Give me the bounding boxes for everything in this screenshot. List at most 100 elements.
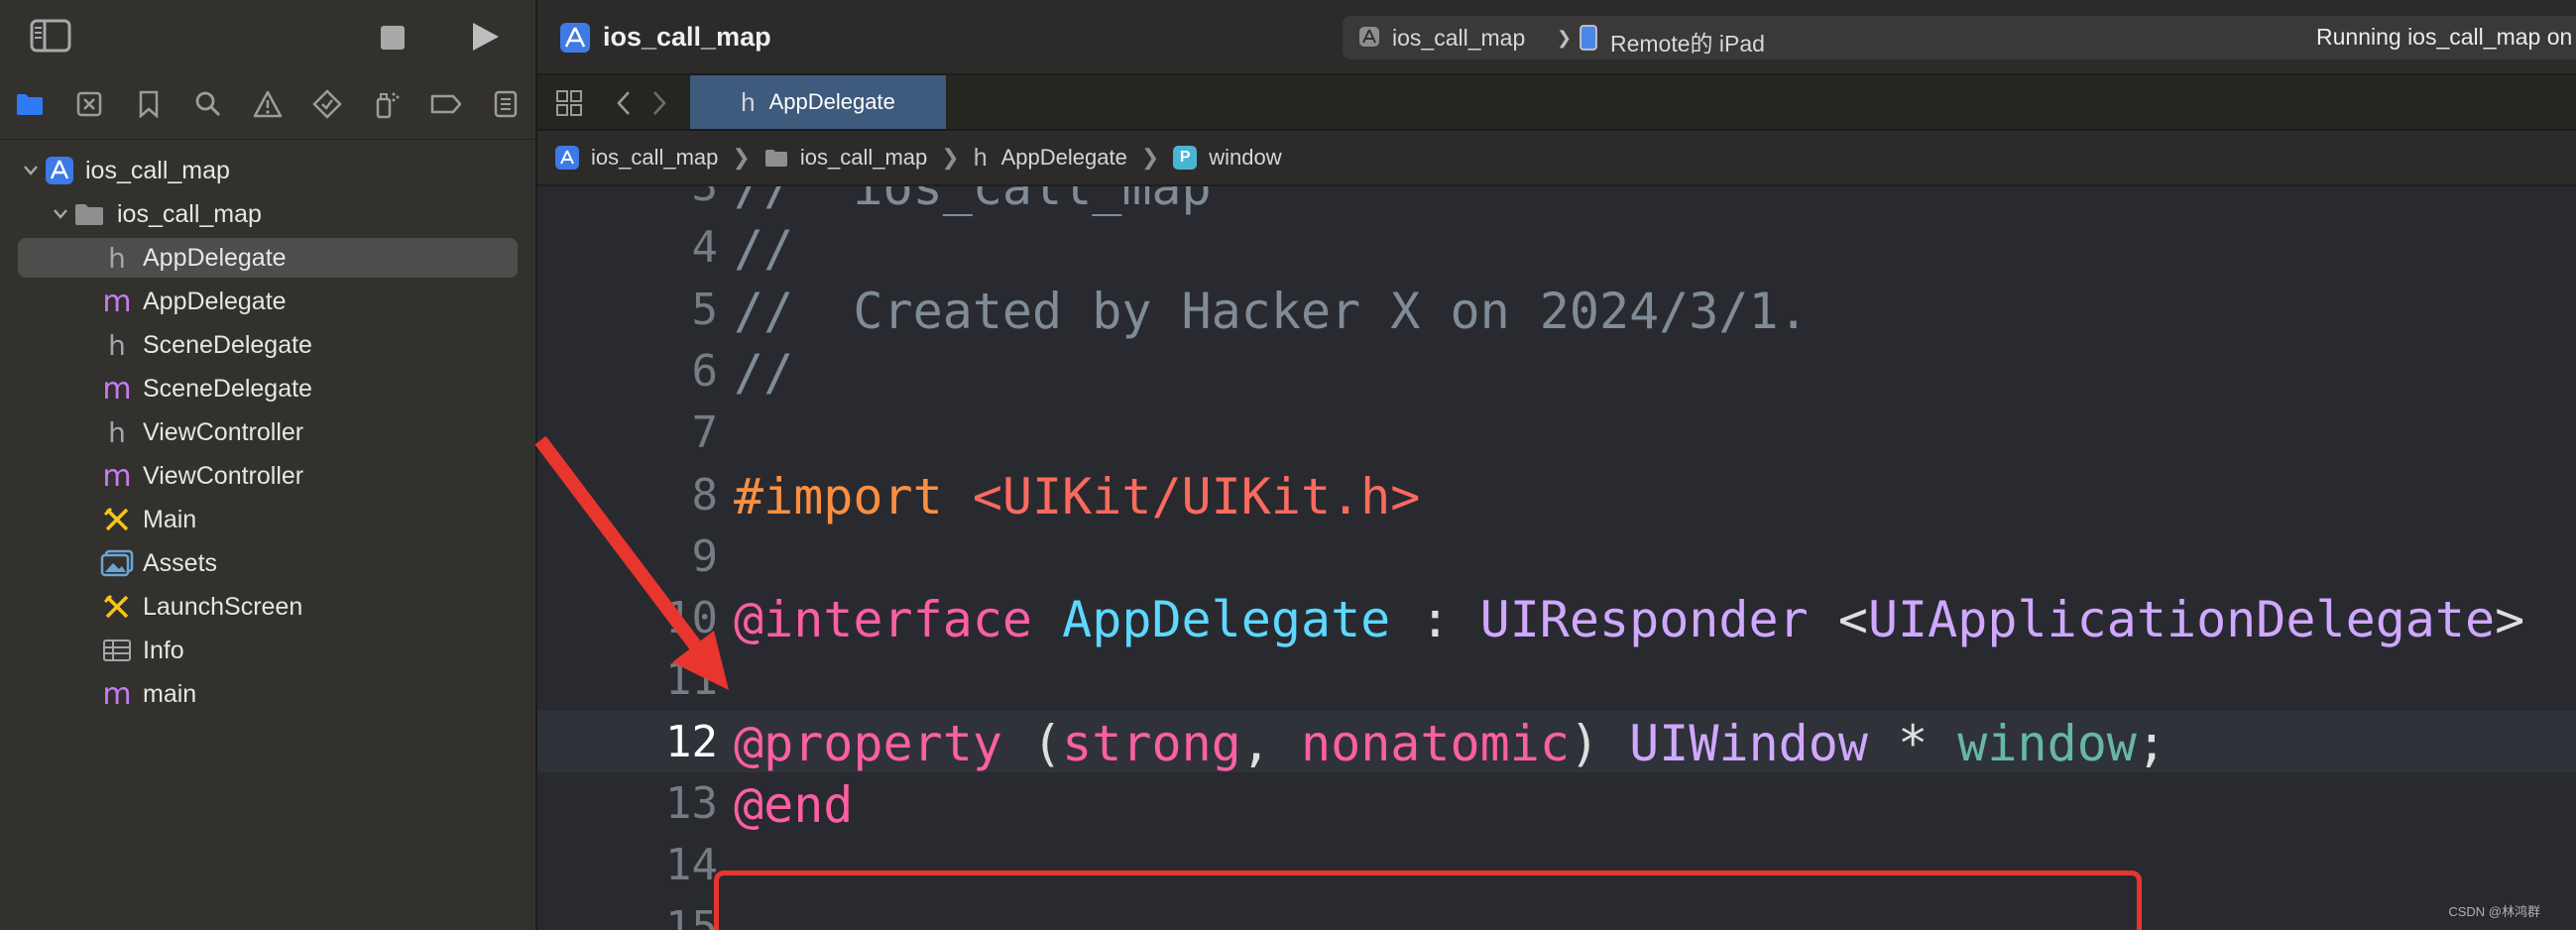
code-line[interactable]: 5 // Created by Hacker X on 2024/3/1. xyxy=(537,279,2576,340)
crumb-file[interactable]: h AppDelegate xyxy=(974,144,1127,173)
bookmark-tab[interactable] xyxy=(119,77,178,131)
file-tree-item[interactable]: m SceneDelegate xyxy=(99,369,312,408)
app-title: ios_call_map xyxy=(603,22,771,52)
file-tree-label: ios_call_map xyxy=(117,199,262,228)
activity-status: Running ios_call_map on xyxy=(2316,24,2573,50)
code-token: ) xyxy=(1569,714,1630,772)
breakpoint-icon xyxy=(430,94,462,114)
plist-icon xyxy=(99,635,135,666)
file-tree-label: Info xyxy=(143,636,184,664)
implementation-file-icon: m xyxy=(102,371,132,407)
crumb-separator: ❯ xyxy=(1140,145,1160,170)
code-line[interactable]: 10 @interface AppDelegate : UIResponder <… xyxy=(537,587,2576,648)
code-token: // ios_call_map xyxy=(734,186,1212,216)
file-tree-item[interactable]: Info xyxy=(99,631,184,670)
property-icon: P xyxy=(1173,146,1198,170)
code-line[interactable]: 4 // xyxy=(537,216,2576,278)
assets-icon xyxy=(99,547,135,579)
code-line[interactable]: 9 xyxy=(537,525,2576,587)
run-button-icon[interactable] xyxy=(468,20,502,58)
file-tree-label: main xyxy=(143,679,197,708)
scheme-separator: ❯ xyxy=(1557,28,1573,48)
code-token: * xyxy=(1867,714,1958,772)
sidebar-toggle-icon[interactable] xyxy=(30,18,71,58)
code-line[interactable]: 11 xyxy=(537,648,2576,710)
code-line[interactable]: 12 @property (strong, nonatomic) UIWindow… xyxy=(537,710,2576,772)
code-line[interactable]: 13 @end xyxy=(537,772,2576,834)
code-token: strong xyxy=(1062,714,1241,772)
crumb-folder[interactable]: ios_call_map xyxy=(764,145,927,171)
code-line[interactable]: 8 #import <UIKit/UIKit.h> xyxy=(537,464,2576,525)
line-number: 9 xyxy=(691,530,719,582)
code-token: @interface xyxy=(734,591,1063,649)
grid-icon[interactable] xyxy=(555,89,583,122)
file-tree-item[interactable]: h ViewController xyxy=(99,412,303,452)
source-control-icon xyxy=(76,91,102,117)
forward-chevron-icon[interactable] xyxy=(650,89,668,122)
disclosure-chevron-icon[interactable] xyxy=(50,208,71,220)
stop-button-icon[interactable] xyxy=(379,24,407,57)
debug-tab[interactable] xyxy=(357,77,416,131)
file-tree-item[interactable]: Main xyxy=(99,500,196,539)
code-editor[interactable]: 15 14 13 @end 12 @property (strong, nonatomic… xyxy=(537,186,2576,930)
editor-tabbar: h AppDelegate xyxy=(537,75,2576,131)
implementation-file-icon: m xyxy=(102,676,132,712)
code-token: < xyxy=(1808,591,1868,649)
file-tree-item[interactable]: Assets xyxy=(99,543,217,583)
window-titlebar: ios_call_map ios_call_map ❯ Remote的 iPad… xyxy=(537,0,2576,75)
line-number: 13 xyxy=(665,778,718,829)
code-line[interactable]: 7 xyxy=(537,402,2576,463)
file-tree-label: SceneDelegate xyxy=(143,374,312,403)
crumb-symbol[interactable]: P window xyxy=(1173,145,1282,171)
main-area: ios_call_map ios_call_map ❯ Remote的 iPad… xyxy=(537,0,2576,930)
file-tree-label: ViewController xyxy=(143,417,304,446)
crumb-label: window xyxy=(1209,145,1282,170)
crumb-label: ios_call_map xyxy=(799,145,928,170)
header-file-icon: h xyxy=(973,143,988,172)
header-file-icon: h xyxy=(108,241,126,275)
report-tab[interactable] xyxy=(476,77,535,131)
code-text: // xyxy=(734,344,793,402)
file-tree-label: Main xyxy=(143,505,197,533)
file-tree-item[interactable]: m AppDelegate xyxy=(99,282,287,321)
test-tab[interactable] xyxy=(297,77,357,131)
file-tree-item[interactable]: ios_call_map xyxy=(20,151,230,190)
code-token: UIResponder xyxy=(1479,591,1809,649)
tab-appdelegate-h[interactable]: h AppDelegate xyxy=(690,75,946,129)
project-navigator-tab[interactable] xyxy=(0,77,59,131)
file-tree-item[interactable]: m ViewController xyxy=(99,456,303,496)
watermark: CSDN @林鸿群 xyxy=(2448,904,2540,919)
test-diamond-icon xyxy=(312,89,342,119)
file-tree-label: AppDelegate xyxy=(143,287,287,315)
file-tree-item[interactable]: m main xyxy=(99,674,196,714)
find-tab[interactable] xyxy=(178,77,238,131)
code-token: #import xyxy=(734,467,973,525)
folder-icon xyxy=(764,146,788,170)
header-file-icon: h xyxy=(108,415,126,449)
file-tree-item[interactable]: h SceneDelegate xyxy=(99,325,312,365)
header-file-icon: h xyxy=(108,328,126,362)
code-token: nonatomic xyxy=(1301,714,1570,772)
line-number: 11 xyxy=(665,654,718,706)
file-tree-item[interactable]: LaunchScreen xyxy=(99,587,302,627)
scheme-name[interactable]: ios_call_map xyxy=(1392,25,1525,52)
file-tree-item[interactable]: h AppDelegate xyxy=(18,238,518,278)
back-chevron-icon[interactable] xyxy=(615,89,633,122)
file-tree-label: Assets xyxy=(143,548,218,577)
source-control-tab[interactable] xyxy=(59,77,119,131)
breakpoint-tab[interactable] xyxy=(416,77,476,131)
run-destination[interactable]: Remote的 iPad xyxy=(1610,25,1765,58)
file-tree-label: SceneDelegate xyxy=(143,330,312,359)
crumb-project[interactable]: ios_call_map xyxy=(555,145,718,171)
folder-icon xyxy=(71,198,107,230)
disclosure-chevron-icon[interactable] xyxy=(20,165,42,176)
issue-tab[interactable] xyxy=(238,77,297,131)
project-icon xyxy=(42,155,77,186)
file-tree-item[interactable]: ios_call_map xyxy=(50,194,262,234)
code-token: : xyxy=(1390,591,1480,649)
code-text: #import <UIKit/UIKit.h> xyxy=(734,468,1420,525)
code-line[interactable]: 6 // xyxy=(537,340,2576,402)
implementation-file-icon: m xyxy=(102,458,132,494)
code-line[interactable]: 3 // ios_call_map xyxy=(537,186,2576,216)
code-token: , xyxy=(1240,714,1301,772)
